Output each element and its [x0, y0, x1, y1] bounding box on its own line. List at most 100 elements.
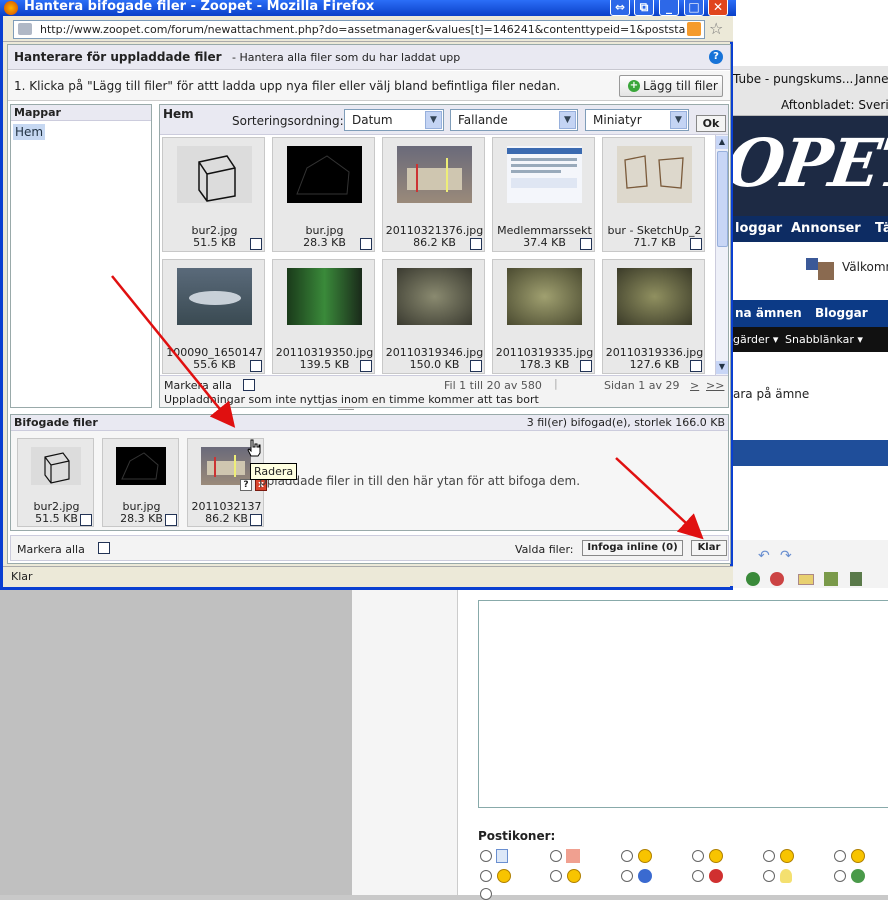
file-tile[interactable]: 100090_1650147 55.6 KB [162, 259, 265, 374]
bg-tab-aftonbladet[interactable]: Aftonbladet: Sveriges [781, 98, 888, 112]
file-checkbox[interactable] [250, 514, 262, 526]
post-icon-radio[interactable] [480, 888, 492, 900]
ok-button[interactable]: Ok [696, 115, 726, 132]
next-page-link[interactable]: > [690, 379, 699, 392]
file-checkbox[interactable] [580, 360, 592, 372]
facebook-icon[interactable] [806, 258, 818, 270]
minimize-icon[interactable]: _ [659, 0, 679, 16]
file-tile[interactable]: bur.jpg 28.3 KB [272, 137, 375, 252]
file-tile[interactable]: Medlemmarssekt 37.4 KB [492, 137, 595, 252]
email-icon[interactable] [798, 574, 814, 585]
url-text: http://www.zoopet.com/forum/newattachmen… [40, 23, 686, 36]
page-info: Sidan 1 av 29 [604, 379, 680, 392]
rss-icon[interactable] [687, 22, 701, 36]
help-icon[interactable]: ? [709, 50, 723, 64]
image-icon[interactable] [824, 572, 838, 586]
video-icon[interactable] [850, 572, 862, 586]
site-icon [18, 23, 32, 35]
file-checkbox[interactable] [250, 238, 262, 250]
bg-tab-youtube[interactable]: Tube - pungskums... [733, 72, 853, 86]
bg-nav-more[interactable]: Tä [875, 221, 888, 236]
browser-header: Hem Sorteringsordning: Datum ▼ Fallande ▼ … [160, 105, 728, 135]
file-checkbox[interactable] [470, 238, 482, 250]
add-files-button[interactable]: + Lägg till filer [619, 75, 723, 97]
attached-file-tile[interactable]: bur2.jpg 51.5 KB [17, 438, 94, 527]
post-icon-radio[interactable] [550, 870, 562, 882]
post-icon-radio[interactable] [621, 870, 633, 882]
sort-order-select[interactable]: Fallande ▼ [450, 109, 578, 131]
post-icon-radio[interactable] [834, 850, 846, 862]
folders-panel: Mappar Hem [10, 104, 152, 408]
attached-file-tile[interactable]: bur.jpg 28.3 KB [102, 438, 179, 527]
firefox-icon [4, 1, 18, 15]
post-icon-radio[interactable] [480, 850, 492, 862]
status-text: Klar [11, 570, 33, 583]
select-all-attached-checkbox[interactable] [98, 542, 110, 554]
window-extra-icon[interactable]: ⇔ [610, 0, 630, 16]
file-checkbox[interactable] [80, 514, 92, 526]
post-icon-radio[interactable] [763, 850, 775, 862]
file-checkbox[interactable] [580, 238, 592, 250]
scroll-down-icon[interactable]: ▼ [716, 361, 728, 374]
insert-inline-button[interactable]: Infoga inline (0) [582, 540, 683, 556]
file-tile[interactable]: 20110319350.jpg 139.5 KB [272, 259, 375, 374]
bg-nav-snabblankar[interactable]: Snabblänkar ▾ [785, 333, 863, 346]
scroll-up-icon[interactable]: ▲ [716, 136, 728, 149]
file-checkbox[interactable] [690, 238, 702, 250]
file-checkbox[interactable] [360, 360, 372, 372]
last-page-link[interactable]: >> [706, 379, 724, 392]
view-mode-select[interactable]: Miniatyr ▼ [585, 109, 689, 131]
background-tabs: Tube - pungskums... Janne Aftonbladet: S… [733, 66, 888, 116]
done-button[interactable]: Klar [691, 540, 727, 556]
chevron-down-icon: ▼ [425, 111, 442, 129]
file-thumbnail [507, 146, 582, 203]
bg-nav-bloggar[interactable]: loggar [735, 221, 782, 236]
bg-tab-janne[interactable]: Janne [855, 72, 888, 86]
file-checkbox[interactable] [470, 360, 482, 372]
current-folder: Hem [163, 107, 194, 121]
attached-files-panel: Bifogade filer 3 fil(er) bifogad(e), sto… [10, 414, 729, 531]
file-thumbnail [617, 268, 692, 325]
file-checkbox[interactable] [250, 360, 262, 372]
file-tile[interactable]: 20110319335.jpg 178.3 KB [492, 259, 595, 374]
file-grid-scrollbar[interactable]: ▲ ▼ [715, 135, 728, 375]
sort-field-select[interactable]: Datum ▼ [344, 109, 444, 131]
sad-icon [851, 849, 865, 863]
file-help-button[interactable]: ? [240, 479, 252, 491]
window-restore-icon[interactable]: ⧉ [634, 0, 654, 16]
close-icon[interactable]: ✕ [708, 0, 728, 16]
bg-nav-bloggar-2[interactable]: Bloggar [815, 306, 868, 320]
file-checkbox[interactable] [690, 360, 702, 372]
post-icon-radio[interactable] [550, 850, 562, 862]
message-textarea[interactable] [478, 600, 888, 808]
bg-nav-annonser[interactable]: Annonser [791, 221, 861, 236]
undo-icon[interactable]: ↶ [758, 548, 770, 564]
redo-icon[interactable]: ↷ [780, 548, 792, 564]
post-icon-radio[interactable] [480, 870, 492, 882]
post-icon-radio[interactable] [834, 870, 846, 882]
bg-nav-nya-amnen[interactable]: na ämnen [735, 306, 802, 320]
file-tile[interactable]: bur - SketchUp_2 71.7 KB [602, 137, 705, 252]
bookmark-star-icon[interactable]: ☆ [709, 19, 723, 38]
file-checkbox[interactable] [165, 514, 177, 526]
exclamation-icon [709, 869, 723, 883]
link-icon[interactable] [746, 572, 760, 586]
scroll-thumb[interactable] [717, 151, 728, 247]
file-tile[interactable]: 20110319336.jpg 127.6 KB [602, 259, 705, 374]
maximize-icon[interactable]: □ [684, 0, 704, 16]
post-icon-radio[interactable] [621, 850, 633, 862]
chevron-down-icon: ▼ [670, 111, 687, 129]
folder-item-hem[interactable]: Hem [13, 124, 46, 140]
post-icon-radio[interactable] [763, 870, 775, 882]
file-tile[interactable]: 20110321376.jpg 86.2 KB [382, 137, 485, 252]
file-checkbox[interactable] [360, 238, 372, 250]
post-icon-radio[interactable] [692, 850, 704, 862]
resize-handle[interactable] [338, 407, 354, 410]
select-all-checkbox[interactable] [243, 379, 255, 391]
post-icon-radio[interactable] [692, 870, 704, 882]
url-input[interactable]: http://www.zoopet.com/forum/newattachmen… [13, 20, 705, 39]
unlink-icon[interactable] [770, 572, 784, 586]
file-tile[interactable]: 20110319346.jpg 150.0 KB [382, 259, 485, 374]
file-tile[interactable]: bur2.jpg 51.5 KB [162, 137, 265, 252]
bg-nav-atgarder[interactable]: gärder ▾ [733, 333, 778, 346]
